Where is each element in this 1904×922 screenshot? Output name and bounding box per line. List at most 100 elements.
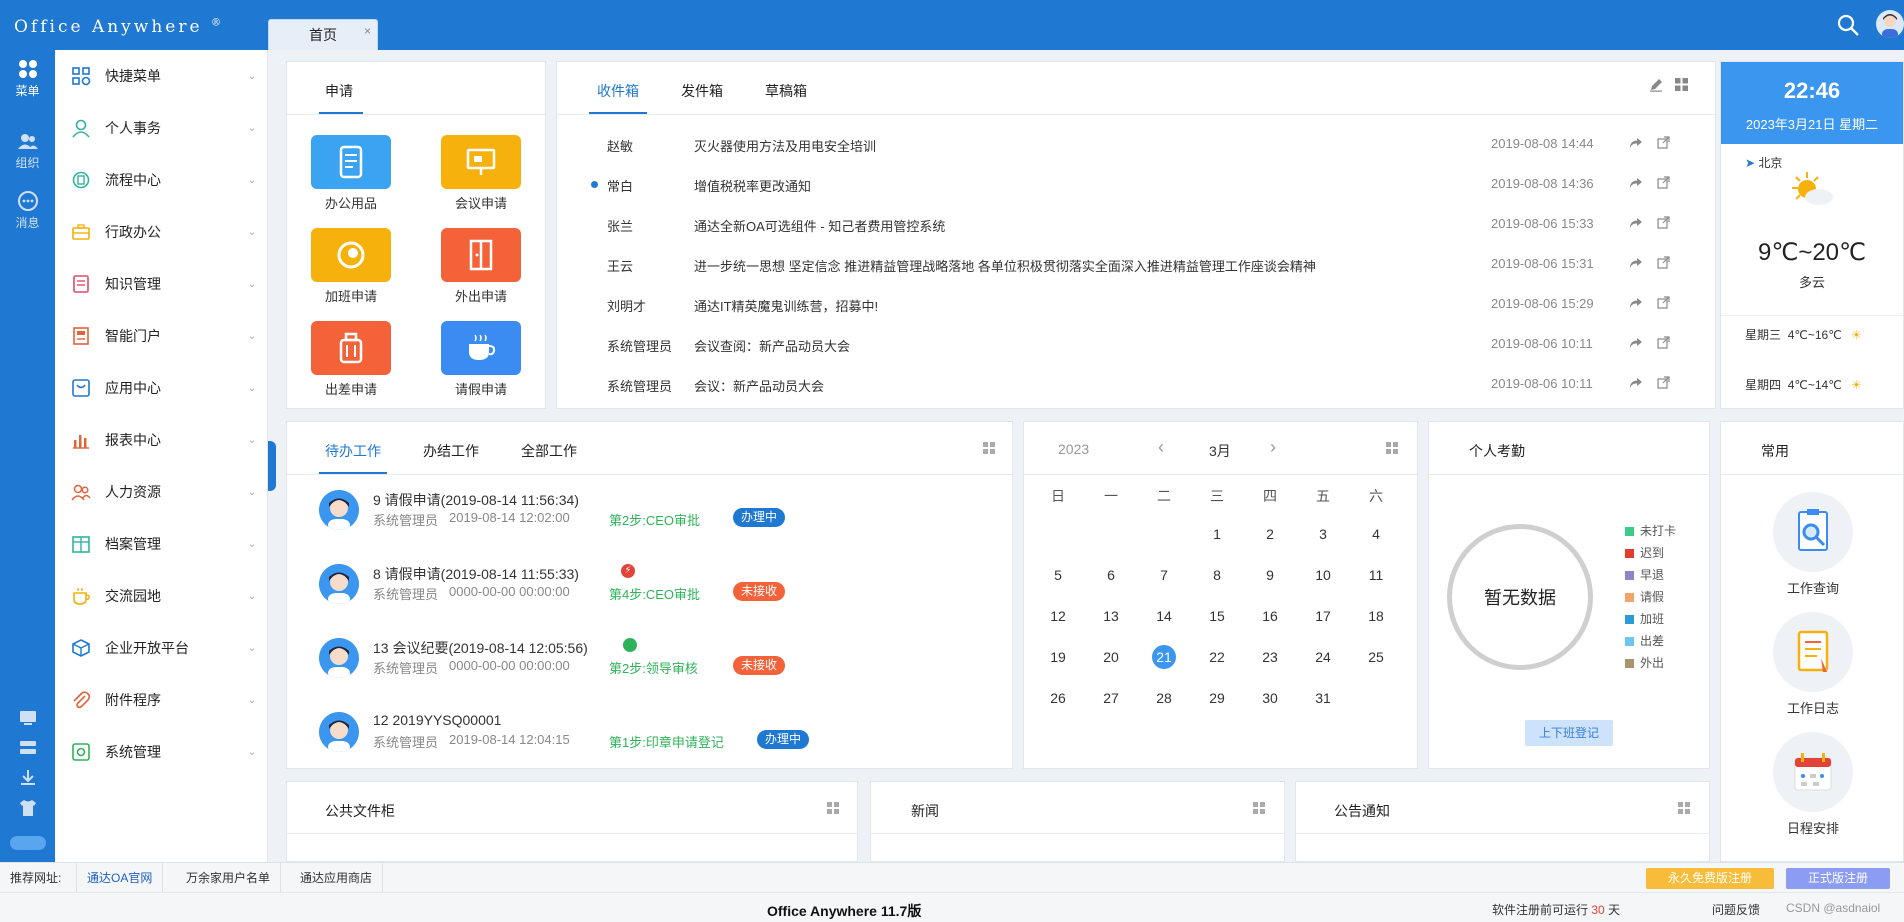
open-external-icon[interactable] (1657, 336, 1670, 349)
mail-subject[interactable]: 进一步统一思想 坚定信念 推进精益管理战略落地 各单位积极贯彻落实全面深入推进精… (694, 256, 1316, 275)
calendar-day[interactable]: 10 (1303, 567, 1343, 583)
calendar-day[interactable]: 14 (1144, 608, 1184, 624)
grid-icon[interactable] (1253, 802, 1265, 814)
quick-schedule[interactable]: 日程安排 (1773, 732, 1853, 837)
grid-icon[interactable] (1675, 78, 1688, 91)
menu-item-reports[interactable]: 报表中心 ⌄ (55, 420, 268, 460)
link-oa-official[interactable]: 通达OA官网 (76, 863, 164, 893)
todo-title[interactable]: 8 请假申请(2019-08-14 11:55:33) (373, 564, 579, 584)
app-leave[interactable]: 请假申请 (441, 321, 521, 398)
calendar-today[interactable]: 21 (1152, 645, 1176, 669)
todo-item[interactable]: 13 会议纪要(2019-08-14 12:05:56) 系统管理员 0000-00… (287, 638, 1007, 712)
calendar-day[interactable]: 16 (1250, 608, 1290, 624)
calendar-day[interactable]: 5 (1038, 567, 1078, 583)
rail-message[interactable]: 消息 (0, 190, 55, 231)
mail-row[interactable]: 王云 进一步统一思想 坚定信念 推进精益管理战略落地 各单位积极贯彻落实全面深入推… (557, 244, 1717, 284)
forward-icon[interactable] (1629, 256, 1643, 270)
app-overtime[interactable]: 加班申请 (311, 228, 391, 305)
link-customers[interactable]: 万余家用户名单 (176, 863, 282, 893)
menu-item-system[interactable]: 系统管理 ⌄ (55, 732, 268, 772)
calendar-day[interactable]: 1 (1197, 526, 1237, 542)
menu-item-knowledge[interactable]: 知识管理 ⌄ (55, 264, 268, 304)
tab-all[interactable]: 全部工作 (521, 441, 577, 461)
mail-row[interactable]: 刘明才 通达IT精英魔鬼训练营，招募中! 2019-08-06 15:29 (557, 284, 1717, 324)
tab-drafts[interactable]: 草稿箱 (765, 81, 807, 101)
menu-item-admin[interactable]: 行政办公 ⌄ (55, 212, 268, 252)
menu-item-attachments[interactable]: 附件程序 ⌄ (55, 680, 268, 720)
mail-subject[interactable]: 灭火器使用方法及用电安全培训 (694, 136, 876, 155)
tab-sent[interactable]: 发件箱 (681, 81, 723, 101)
open-external-icon[interactable] (1657, 376, 1670, 389)
edit-icon[interactable] (1649, 78, 1663, 92)
todo-item[interactable]: 8 请假申请(2019-08-14 11:55:33) ⚡ 系统管理员 0000-00… (287, 564, 1007, 638)
forward-icon[interactable] (1629, 296, 1643, 310)
mail-row[interactable]: 张兰 通达全新OA可选组件 - 知己者费用管控系统 2019-08-06 15:33 (557, 204, 1717, 244)
todo-title[interactable]: 12 2019YYSQ00001 (373, 712, 501, 728)
mail-row[interactable]: 赵敏 灭火器使用方法及用电安全培训 2019-08-08 14:44 (557, 124, 1717, 164)
download-icon[interactable] (18, 768, 38, 788)
grid-icon[interactable] (827, 802, 839, 814)
calendar-day[interactable]: 15 (1197, 608, 1237, 624)
calendar-day[interactable]: 4 (1356, 526, 1396, 542)
calendar-day[interactable]: 6 (1091, 567, 1131, 583)
app-office-supplies[interactable]: 办公用品 (311, 135, 391, 212)
rail-menu[interactable]: 菜单 (0, 58, 55, 99)
menu-item-flow[interactable]: 流程中心 ⌄ (55, 160, 268, 200)
open-external-icon[interactable] (1657, 296, 1670, 309)
search-icon[interactable] (1836, 13, 1860, 37)
calendar-day[interactable]: 28 (1144, 690, 1184, 706)
feedback-link[interactable]: 问题反馈 (1712, 901, 1760, 918)
calendar-day[interactable]: 18 (1356, 608, 1396, 624)
official-register-button[interactable]: 正式版注册 (1786, 868, 1890, 889)
mail-row[interactable]: 常白 增值税税率更改通知 2019-08-08 14:36 (557, 164, 1717, 204)
mail-subject[interactable]: 增值税税率更改通知 (694, 176, 811, 195)
calendar-day[interactable]: 24 (1303, 649, 1343, 665)
mail-subject[interactable]: 会议查阅：新产品动员大会 (694, 336, 850, 355)
forward-icon[interactable] (1629, 216, 1643, 230)
tab-apply[interactable]: 申请 (325, 81, 353, 101)
tab-close-icon[interactable]: × (364, 24, 371, 38)
calendar-day[interactable]: 20 (1091, 649, 1131, 665)
weather-city[interactable]: ➤ 北京 (1745, 154, 1782, 171)
calendar-day[interactable]: 17 (1303, 608, 1343, 624)
quick-work-log[interactable]: 工作日志 (1773, 612, 1853, 717)
app-meeting[interactable]: 会议申请 (441, 135, 521, 212)
calendar-day[interactable]: 26 (1038, 690, 1078, 706)
todo-item[interactable]: 12 2019YYSQ00001 系统管理员 2019-08-14 12:04:15… (287, 712, 1007, 786)
mail-row[interactable]: 系统管理员 会议查阅：新产品动员大会 2019-08-06 10:11 (557, 324, 1717, 364)
calendar-day[interactable]: 21 (1144, 645, 1184, 669)
chevron-left-icon[interactable]: ‹ (1158, 437, 1164, 458)
open-external-icon[interactable] (1657, 256, 1670, 269)
menu-item-archive[interactable]: 档案管理 ⌄ (55, 524, 268, 564)
calendar-day[interactable]: 2 (1250, 526, 1290, 542)
calendar-day[interactable]: 22 (1197, 649, 1237, 665)
mail-subject[interactable]: 通达全新OA可选组件 - 知己者费用管控系统 (694, 216, 945, 235)
todo-title[interactable]: 13 会议纪要(2019-08-14 12:05:56) (373, 638, 588, 658)
monitor-icon[interactable] (18, 708, 38, 728)
clock-in-button[interactable]: 上下班登记 (1525, 720, 1613, 746)
tab-inbox[interactable]: 收件箱 (597, 81, 639, 101)
calendar-day[interactable]: 30 (1250, 690, 1290, 706)
calendar-day[interactable]: 13 (1091, 608, 1131, 624)
calendar-day[interactable]: 25 (1356, 649, 1396, 665)
menu-item-portal[interactable]: 智能门户 ⌄ (55, 316, 268, 356)
tab-home[interactable]: 首页 × (268, 19, 378, 50)
calendar-day[interactable]: 31 (1303, 690, 1343, 706)
todo-item[interactable]: 9 请假申请(2019-08-14 11:56:34) 系统管理员 2019-08-… (287, 490, 1007, 564)
grid-icon[interactable] (1386, 442, 1398, 454)
quick-work-query[interactable]: 工作查询 (1773, 492, 1853, 597)
calendar-day[interactable]: 27 (1091, 690, 1131, 706)
user-avatar[interactable] (1876, 10, 1904, 38)
open-external-icon[interactable] (1657, 136, 1670, 149)
calendar-day[interactable]: 12 (1038, 608, 1078, 624)
open-external-icon[interactable] (1657, 176, 1670, 189)
calendar-day[interactable]: 3 (1303, 526, 1343, 542)
theme-icon[interactable] (18, 798, 38, 818)
calendar-day[interactable]: 11 (1356, 567, 1396, 583)
forward-icon[interactable] (1629, 336, 1643, 350)
tab-done[interactable]: 办结工作 (423, 441, 479, 461)
rail-org[interactable]: 组织 (0, 130, 55, 171)
grid-icon[interactable] (983, 442, 995, 454)
open-external-icon[interactable] (1657, 216, 1670, 229)
rail-toggle-button[interactable] (10, 836, 46, 850)
